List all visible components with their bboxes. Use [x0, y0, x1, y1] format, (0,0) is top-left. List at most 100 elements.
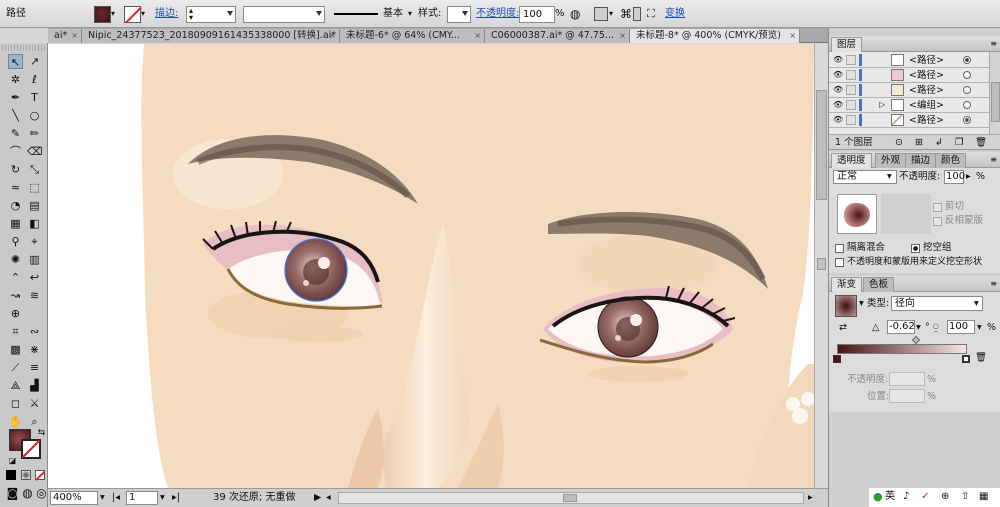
- stroke-dropdown-chevron-icon[interactable]: ▾: [141, 6, 145, 22]
- lock-toggle[interactable]: [846, 115, 856, 125]
- layer-row[interactable]: 👁 ▷ <编组>: [829, 98, 989, 113]
- selection-tool-icon[interactable]: ↖: [8, 54, 23, 69]
- knockout-group-checkbox[interactable]: [911, 244, 920, 253]
- ime-language-icon[interactable]: 英: [885, 491, 895, 503]
- make-clipping-mask-icon[interactable]: ⊞: [915, 137, 923, 149]
- scroll-right-icon[interactable]: ▸: [808, 492, 813, 504]
- close-icon[interactable]: ×: [329, 29, 336, 43]
- crop-tool-icon[interactable]: ◻: [8, 396, 23, 411]
- chart-bars-tool-icon[interactable]: ▟: [27, 378, 42, 393]
- blend-tool-icon[interactable]: ⌖: [27, 234, 42, 249]
- pencil-tool-icon[interactable]: ✏: [27, 126, 42, 141]
- artboard-canvas[interactable]: [48, 44, 828, 488]
- gradient-aspect-input[interactable]: 100: [947, 320, 975, 334]
- expand-arrow-icon[interactable]: ▷: [879, 99, 885, 111]
- gradient-swatch-chevron-icon[interactable]: ▾: [859, 298, 864, 310]
- layers-scrollbar[interactable]: [989, 52, 1000, 134]
- opacity-mask-checkbox[interactable]: [835, 258, 844, 267]
- live-paint-tool-icon[interactable]: ⋇: [27, 342, 42, 357]
- target-icon[interactable]: [963, 101, 971, 109]
- aspect-stepper-icon[interactable]: ▾: [977, 322, 982, 334]
- target-tool-icon[interactable]: ⊕: [8, 306, 23, 321]
- opacity-input[interactable]: 100: [519, 6, 555, 23]
- eyedropper-tool-icon[interactable]: ⚲: [8, 234, 23, 249]
- draw-behind-icon[interactable]: ◍: [20, 486, 35, 501]
- panel-menu-icon[interactable]: ≡: [990, 154, 997, 166]
- direct-selection-tool-icon[interactable]: ↗: [27, 54, 42, 69]
- line-tool-icon[interactable]: ╲: [8, 108, 23, 123]
- angle-stepper-icon[interactable]: ▾: [916, 322, 921, 334]
- gradient-stop-start[interactable]: [833, 355, 841, 363]
- target-icon[interactable]: [963, 86, 971, 94]
- panel-menu-icon[interactable]: ≡: [990, 38, 997, 50]
- eye-icon[interactable]: 👁: [833, 71, 843, 79]
- tab-gradient[interactable]: 渐变: [831, 277, 863, 292]
- panel-grip[interactable]: [2, 45, 46, 51]
- opacity-stepper-icon[interactable]: ▸: [966, 171, 971, 183]
- zoom-field[interactable]: 400%: [50, 491, 98, 505]
- scroll-marker[interactable]: [817, 258, 826, 270]
- align-icon[interactable]: [594, 7, 608, 21]
- gradient-midpoint-marker[interactable]: [911, 335, 921, 345]
- horizontal-scroll-thumb[interactable]: [563, 494, 577, 502]
- stroke-weight-field[interactable]: ▴ ▾: [186, 6, 236, 23]
- target-icon[interactable]: [963, 116, 971, 124]
- artboard-tool-icon[interactable]: ⌗: [8, 324, 23, 339]
- vertical-scrollbar[interactable]: [814, 44, 828, 488]
- tab-color[interactable]: 颜色: [935, 153, 967, 168]
- panel-menu-icon[interactable]: ≡: [990, 278, 997, 290]
- paintbrush-tool-icon[interactable]: ✎: [8, 126, 23, 141]
- rotate-tool-icon[interactable]: ↻: [8, 162, 23, 177]
- vertical-scroll-thumb[interactable]: [816, 90, 827, 200]
- stepper-icon[interactable]: ▴ ▾: [189, 7, 193, 22]
- tab-doc-4[interactable]: C06000387.ai* @ 47.75... ×: [485, 29, 630, 43]
- ime-sound-icon[interactable]: ♪: [903, 491, 909, 503]
- tab-transparency[interactable]: 透明度: [831, 153, 872, 168]
- free-transform-tool-icon[interactable]: ⬚: [27, 180, 42, 195]
- ime-shirt-icon[interactable]: ⇧: [961, 491, 969, 503]
- magic-wand-tool-icon[interactable]: ✲: [8, 72, 23, 87]
- page-field[interactable]: 1: [126, 491, 158, 505]
- path-tool-icon[interactable]: ↝: [8, 288, 23, 303]
- anchor-convert-tool-icon[interactable]: ⌃: [8, 270, 23, 285]
- gradient-type-chevron-icon[interactable]: ▾: [974, 298, 979, 310]
- gradient-type-select[interactable]: 径向: [891, 296, 983, 311]
- target-icon[interactable]: [963, 71, 971, 79]
- shape-builder-tool-icon[interactable]: ◔: [8, 198, 23, 213]
- transform-again-icon[interactable]: ⌘: [620, 6, 632, 22]
- locate-object-icon[interactable]: ⊙: [895, 137, 903, 149]
- pen-tool-icon[interactable]: ✒: [8, 90, 23, 105]
- tab-doc-1[interactable]: ai* ×: [48, 29, 82, 43]
- ime-user-icon[interactable]: ⊕: [941, 491, 949, 503]
- transform-link[interactable]: 变换: [665, 6, 685, 22]
- eye-icon[interactable]: 👁: [833, 101, 843, 109]
- invert-mask-checkbox[interactable]: [933, 217, 942, 226]
- object-thumbnail[interactable]: [837, 194, 877, 234]
- lock-toggle[interactable]: [846, 70, 856, 80]
- layer-row[interactable]: 👁 <路径>: [829, 68, 989, 83]
- layer-row[interactable]: 👁 <路径>: [829, 113, 989, 128]
- envelope-tool-icon[interactable]: ∾: [27, 324, 42, 339]
- lasso-tool-icon[interactable]: ℓ: [27, 72, 42, 87]
- perspective-grid-tool-icon[interactable]: ▤: [27, 198, 42, 213]
- gradient-tool-icon[interactable]: ◧: [27, 216, 42, 231]
- gradient-mode-icon[interactable]: [21, 470, 31, 480]
- layer-name[interactable]: <编组>: [909, 99, 944, 112]
- close-icon[interactable]: ×: [619, 29, 626, 43]
- stroke-color-swatch[interactable]: [21, 439, 41, 459]
- scroll-left-icon[interactable]: ◂: [326, 492, 331, 504]
- fill-swatch[interactable]: [94, 6, 111, 23]
- curve-tool-icon[interactable]: ↩: [27, 270, 42, 285]
- color-mode-icon[interactable]: [6, 470, 16, 480]
- column-graph-tool-icon[interactable]: ▥: [27, 252, 42, 267]
- close-icon[interactable]: ×: [474, 29, 481, 43]
- stop-opacity-input[interactable]: [889, 372, 925, 386]
- variable-width-field[interactable]: [243, 6, 325, 23]
- gradient-swatch[interactable]: [835, 295, 857, 317]
- lock-toggle[interactable]: [846, 85, 856, 95]
- gradient-stop-end[interactable]: [962, 355, 970, 363]
- screen-mode-icon[interactable]: ◎: [34, 486, 49, 501]
- eraser-tool-icon[interactable]: ⌫: [27, 144, 43, 159]
- tab-appearance[interactable]: 外观: [875, 153, 907, 168]
- eye-icon[interactable]: 👁: [833, 86, 843, 94]
